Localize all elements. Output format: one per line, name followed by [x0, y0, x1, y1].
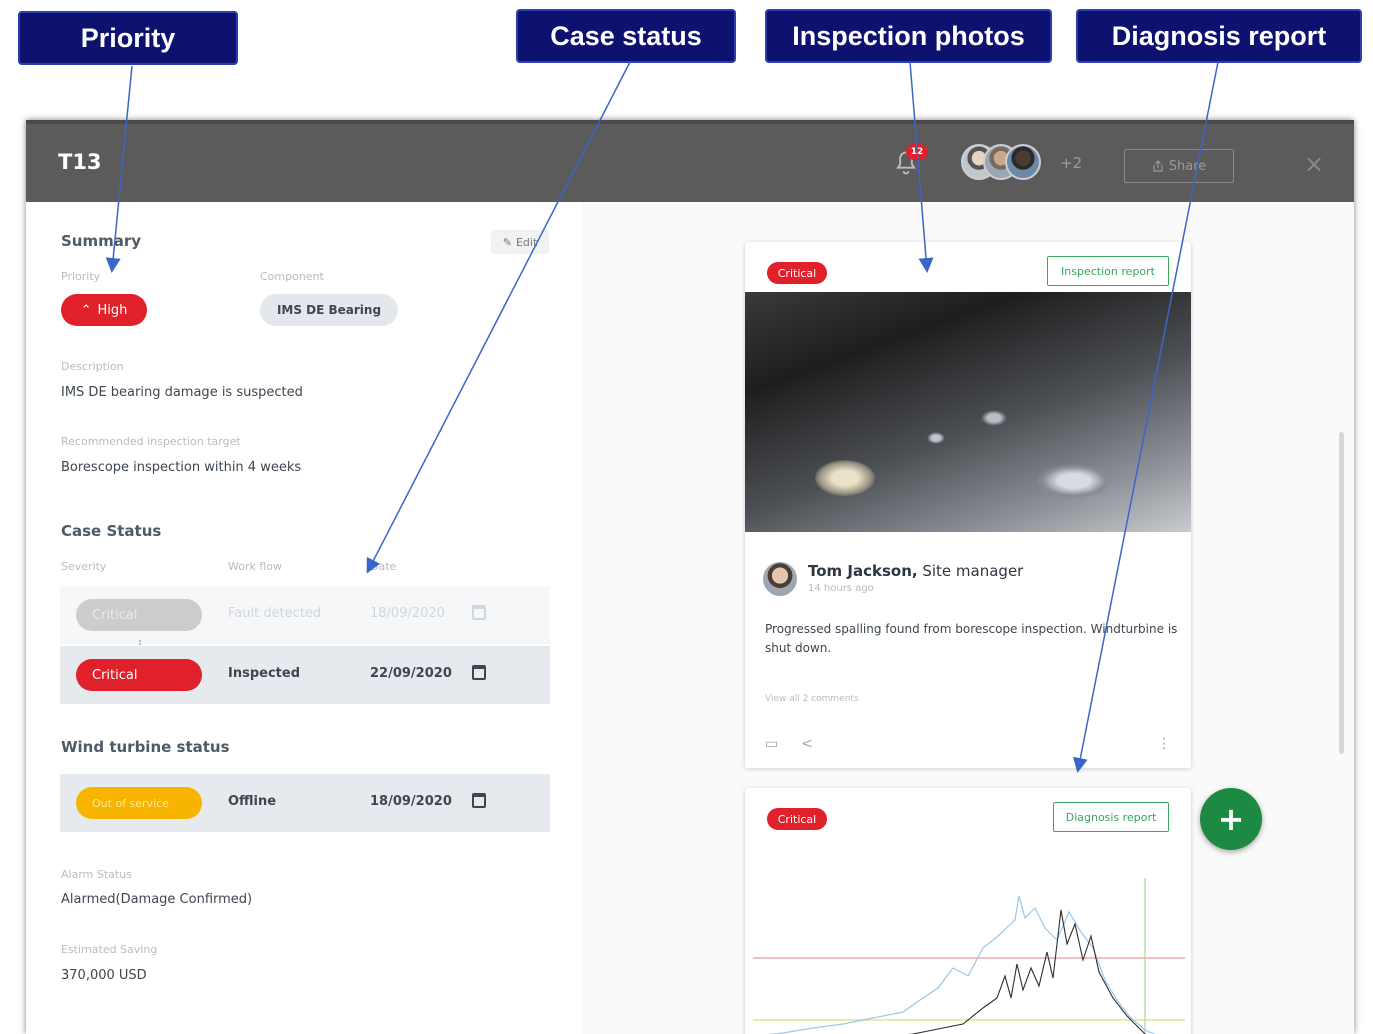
turbine-status-value: Offline [228, 794, 277, 809]
case-title: T13 [58, 150, 102, 174]
component-label: Component [260, 270, 324, 283]
wind-turbine-heading: Wind turbine status [61, 738, 230, 756]
post-time: 14 hours ago [808, 583, 874, 594]
date-value: 22/09/2020 [370, 666, 452, 681]
share-label: Share [1168, 158, 1207, 174]
severity-badge: Critical [767, 262, 827, 284]
alarm-label: Alarm Status [61, 868, 132, 881]
author-name: Tom Jackson, [808, 562, 918, 580]
wind-turbine-row[interactable]: Out of service Offline 18/09/2020 [60, 774, 550, 832]
target-label: Recommended inspection target [61, 435, 241, 448]
share-icon[interactable]: < [801, 736, 813, 752]
date-value: 18/09/2020 [370, 606, 445, 621]
view-all-comments-link[interactable]: View all 2 comments [765, 694, 859, 704]
target-value: Borescope inspection within 4 weeks [61, 460, 302, 475]
author-line: Tom Jackson, Site manager [808, 562, 1023, 580]
edit-label: Edit [515, 235, 538, 249]
inspection-report-tag[interactable]: Inspection report [1047, 256, 1169, 286]
case-status-heading: Case Status [61, 522, 162, 540]
post-comment: Progressed spalling found from borescope… [765, 622, 1178, 655]
turbine-severity-badge: Out of service [76, 787, 202, 819]
avatar[interactable] [763, 562, 797, 596]
description-label: Description [61, 360, 124, 373]
pencil-icon: ✎ [502, 235, 512, 249]
card-actions: ▭ < ⋮ [765, 736, 1171, 756]
case-status-row[interactable]: Critical Inspected 22/09/2020 [60, 646, 550, 704]
severity-badge: Critical [76, 659, 202, 691]
priority-label: Priority [61, 270, 101, 283]
callout-case-status: Case status [516, 9, 736, 63]
date-column: Date [370, 560, 397, 573]
chevrons-up-icon: ⌃ [80, 302, 92, 318]
diagnosis-chart[interactable] [753, 848, 1185, 1034]
calendar-icon[interactable] [472, 605, 486, 620]
priority-badge[interactable]: ⌃ High [61, 294, 147, 326]
callout-inspection-photos: Inspection photos [765, 9, 1052, 63]
share-button[interactable]: Share [1124, 149, 1234, 183]
alarm-value: Alarmed(Damage Confirmed) [61, 892, 253, 907]
feed-scrollbar[interactable] [1339, 432, 1344, 754]
workflow-value: Inspected [228, 666, 300, 681]
calendar-icon[interactable] [472, 665, 486, 680]
more-options-icon[interactable]: ⋮ [1157, 736, 1171, 752]
case-status-row[interactable]: Critical Fault detected 18/09/2020 [60, 586, 550, 644]
extra-participants-count[interactable]: +2 [1060, 154, 1082, 172]
edit-button[interactable]: ✎ Edit [491, 230, 549, 254]
share-icon [1153, 160, 1163, 172]
summary-panel: Summary ✎ Edit Priority Component ⌃ High… [26, 202, 582, 1034]
workflow-column: Work flow [228, 560, 283, 573]
feed-panel: Critical Inspection report Tom Jackson, … [582, 202, 1354, 1034]
component-badge[interactable]: IMS DE Bearing [260, 294, 398, 326]
severity-badge: Critical [76, 599, 202, 631]
add-button[interactable]: + [1200, 788, 1262, 850]
saving-value: 370,000 USD [61, 968, 147, 983]
avatar[interactable] [1005, 144, 1041, 180]
priority-value: High [97, 302, 128, 318]
comment-icon[interactable]: ▭ [765, 736, 778, 752]
saving-label: Estimated Saving [61, 943, 158, 956]
summary-heading: Summary [61, 232, 142, 250]
calendar-icon[interactable] [472, 793, 486, 808]
inspection-photo[interactable] [745, 292, 1191, 532]
participants[interactable] [961, 144, 1061, 184]
author-role: Site manager [922, 562, 1024, 580]
title-bar: T13 12 +2 Share × [26, 120, 1354, 202]
case-window: T13 12 +2 Share × Summary ✎ Edit Priorit… [26, 120, 1354, 1034]
diagnosis-report-card[interactable]: Critical Diagnosis report [745, 788, 1191, 1034]
inspection-report-card[interactable]: Critical Inspection report Tom Jackson, … [745, 242, 1191, 768]
callout-diagnosis-report: Diagnosis report [1076, 9, 1362, 63]
turbine-date-value: 18/09/2020 [370, 794, 452, 809]
close-icon[interactable]: × [1304, 150, 1324, 178]
diagnosis-report-tag[interactable]: Diagnosis report [1053, 802, 1169, 832]
severity-badge: Critical [767, 808, 827, 830]
workflow-value: Fault detected [228, 606, 322, 621]
severity-column: Severity [61, 560, 107, 573]
callout-priority: Priority [18, 11, 238, 65]
description-value: IMS DE bearing damage is suspected [61, 385, 303, 400]
notification-badge: 12 [906, 144, 928, 160]
